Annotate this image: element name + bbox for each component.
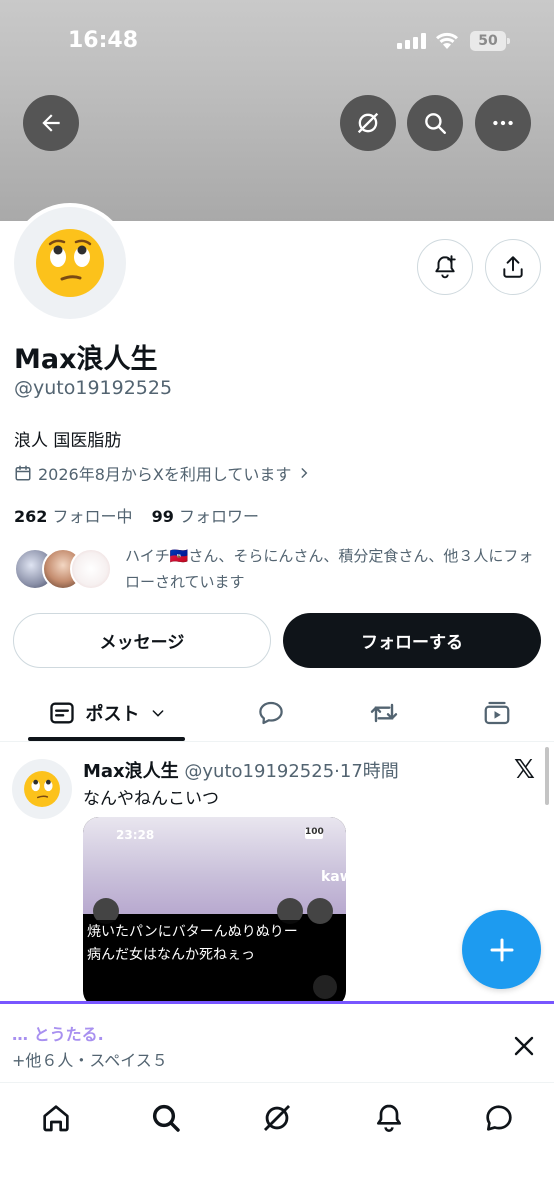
mutual-followers-avatars[interactable] [14, 548, 112, 592]
eye-roll-emoji-icon [36, 229, 104, 297]
spaces-bar[interactable]: … とうたる. +他６人・スペイス５ [0, 1001, 554, 1083]
following-label: フォロー中 [52, 507, 133, 526]
media-side-text: kawa [321, 869, 346, 885]
post-author-handle: @yuto19192525 [184, 761, 335, 782]
post-time: 17時間 [339, 761, 399, 782]
profile-tabs: ポスト [0, 684, 554, 742]
tab-posts-label: ポスト [85, 704, 140, 725]
grok-button[interactable] [340, 95, 396, 151]
nav-search[interactable] [146, 1098, 186, 1138]
media-share-icon [313, 975, 337, 999]
joined-date[interactable]: 2026年8月からXを利用しています [14, 461, 311, 485]
spaces-subtitle: +他６人・スペイス５ [12, 1051, 168, 1070]
tab-reposts[interactable] [354, 684, 414, 742]
followers-label: フォロワー [178, 507, 259, 526]
profile-handle: @yuto19192525 [14, 377, 173, 399]
nav-grok[interactable] [257, 1098, 297, 1138]
grok-icon [357, 112, 379, 134]
media-battery-label: 100 [305, 827, 324, 837]
media-caption-line2: 病んだ女はなんか死ねぇっ [83, 943, 259, 965]
status-bar: 16:48 50 [0, 0, 554, 84]
mutual-followers-text[interactable]: ハイチ🇭🇹さん、そらにんさん、積分定食さん、他３人にフォローされています [125, 543, 545, 595]
media-battery: 100 [305, 827, 324, 839]
spaces-title: … とうたる. [12, 1025, 104, 1044]
post-list-icon [49, 702, 74, 724]
arrow-left-icon [42, 114, 60, 132]
wifi-icon [436, 32, 458, 49]
chevron-down-icon [152, 710, 163, 717]
media-more-icon [307, 898, 333, 924]
reply-bubble-icon [259, 701, 283, 725]
following-count: 262 [14, 507, 48, 526]
profile-display-name: Max浪人生 [14, 344, 158, 375]
profile-avatar[interactable] [10, 203, 130, 323]
mutual-avatar [70, 548, 112, 590]
eye-roll-emoji-icon [24, 771, 60, 807]
nav-messages[interactable] [479, 1098, 519, 1138]
tab-posts[interactable]: ポスト [28, 684, 185, 742]
spaces-close-button[interactable] [508, 1030, 540, 1062]
followers-count: 99 [151, 507, 174, 526]
cellular-signal-icon [397, 33, 426, 49]
chevron-right-icon [301, 468, 308, 478]
back-button[interactable] [23, 95, 79, 151]
follow-stats: 262 フォロー中 99 フォロワー [14, 503, 259, 527]
joined-date-text: 2026年8月からXを利用しています [38, 465, 292, 484]
compose-button[interactable] [462, 910, 541, 989]
calendar-icon [15, 465, 31, 481]
tab-replies[interactable] [241, 684, 301, 742]
media-status-time: 23:28 [116, 828, 155, 842]
scrollbar[interactable] [545, 747, 549, 805]
battery-indicator: 50 [470, 31, 510, 51]
bell-plus-icon [435, 255, 456, 279]
post-author-name: Max浪人生 [83, 761, 179, 782]
nav-notifications[interactable] [369, 1098, 409, 1138]
nav-home[interactable] [36, 1098, 76, 1138]
profile-bio: 浪人 国医脂肪 [14, 431, 122, 451]
media-caption-line1: 焼いたパンにバターんぬりぬりー [83, 920, 302, 942]
search-button[interactable] [407, 95, 463, 151]
post-header: Max浪人生 @yuto19192525·17時間 [83, 757, 399, 783]
tab-media[interactable] [467, 684, 527, 742]
grok-icon [263, 1104, 291, 1132]
plus-icon [490, 938, 513, 961]
message-bubble-icon [486, 1105, 512, 1131]
video-media-icon [484, 701, 510, 725]
notification-subscribe-button[interactable] [417, 239, 473, 295]
bell-icon [377, 1104, 401, 1132]
bottom-navigation [0, 1084, 554, 1200]
search-icon [425, 113, 446, 134]
repost-icon [370, 703, 398, 723]
status-time: 16:48 [68, 28, 139, 53]
more-horizontal-icon [493, 120, 513, 126]
following-link[interactable]: 262 フォロー中 [14, 507, 133, 526]
close-icon [514, 1036, 534, 1056]
search-icon [152, 1104, 180, 1132]
message-button[interactable]: メッセージ [13, 613, 271, 668]
more-button[interactable] [475, 95, 531, 151]
x-logo-icon: 𝕏 [514, 755, 535, 785]
followers-link[interactable]: 99 フォロワー [152, 507, 259, 526]
follow-button[interactable]: フォローする [283, 613, 541, 668]
post-media-image[interactable]: 23:28 100 焼いたパンにバターんぬりぬりー 病んだ女はなんか死ねぇっ k… [83, 817, 346, 1001]
share-button[interactable] [485, 239, 541, 295]
post-author-avatar[interactable] [12, 759, 72, 819]
tab-active-indicator [28, 737, 185, 741]
home-icon [43, 1105, 69, 1132]
share-icon [503, 256, 523, 278]
post-text: なんやねんこいつ [83, 789, 219, 809]
